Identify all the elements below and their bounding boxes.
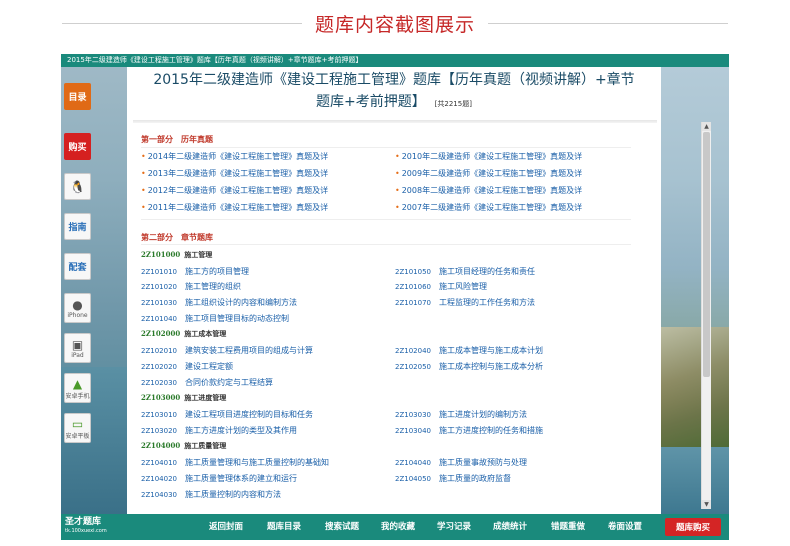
section-link[interactable]: 2Z101010 施工方的项目管理	[141, 266, 249, 277]
section-link[interactable]: 2Z101060 施工风险管理	[395, 281, 487, 292]
section-link[interactable]: 2Z102050 施工成本控制与施工成本分析	[395, 361, 543, 372]
exam-link[interactable]: • 2011年二级建造师《建设工程施工管理》真题及详	[141, 202, 328, 213]
guide-button[interactable]: 指南	[64, 213, 91, 240]
buy-button[interactable]: 购买	[64, 133, 91, 160]
section-link[interactable]: 2Z101020 施工管理的组织	[141, 281, 241, 292]
section-link[interactable]: 2Z104010 施工质量管理和与施工质量控制的基础知	[141, 457, 329, 468]
part2-rule	[141, 244, 631, 245]
vertical-scrollbar[interactable]: ▲ ▼	[701, 122, 711, 509]
background-right	[661, 67, 729, 514]
scrollbar-thumb[interactable]	[703, 132, 710, 377]
ipad-button[interactable]: ▣ iPad	[64, 333, 91, 363]
part1-title: 第一部分 历年真题	[141, 134, 213, 144]
catalog-nav-button[interactable]: 题库目录	[267, 520, 301, 532]
android-icon: ▲	[72, 376, 83, 391]
exam-link[interactable]: • 2008年二级建造师《建设工程施工管理》真题及详	[395, 185, 582, 196]
back-to-cover-button[interactable]: 返回封面	[209, 520, 243, 532]
book-title: 2015年二级建造师《建设工程施工管理》题库【历年真题（视频讲解）+章节 题库+…	[135, 69, 653, 115]
sidebar: 目录 购买 🐧 指南 配套 ● iPhone ▣ iPad ▲ 安卓手机 ▭ 安卓平板	[61, 67, 95, 514]
question-count: [共2215题]	[434, 100, 472, 108]
iphone-label: iPhone	[67, 311, 88, 319]
book-title-line2: 题库+考前押题】	[316, 94, 426, 110]
book-title-line1: 2015年二级建造师《建设工程施工管理》题库【历年真题（视频讲解）+章节	[153, 72, 635, 88]
section-link[interactable]: 2Z103020 施工方进度计划的类型及其作用	[141, 425, 297, 436]
section-link[interactable]: 2Z103030 施工进度计划的编制方法	[395, 409, 527, 420]
bottom-toolbar: 圣才题库 tk.100xuexi.com 返回封面 题库目录 搜索试题 我的收藏…	[61, 514, 729, 540]
section-link[interactable]: 2Z103040 施工方进度控制的任务和措施	[395, 425, 543, 436]
android-phone-label: 安卓手机	[65, 392, 90, 400]
logo: 圣才题库 tk.100xuexi.com	[65, 517, 107, 535]
section-link[interactable]: 2Z102040 施工成本管理与施工成本计划	[395, 345, 543, 356]
tablet-icon: ▭	[71, 416, 84, 431]
ipad-icon: ▣	[71, 337, 84, 352]
chapter-heading: 2Z102000 施工成本管理	[141, 329, 227, 338]
section-link[interactable]: 2Z101040 施工项目管理目标的动态控制	[141, 313, 289, 324]
section-heading: 题库内容截图展示	[0, 0, 790, 48]
section-link[interactable]: 2Z104040 施工质量事故预防与处理	[395, 457, 527, 468]
exam-link[interactable]: • 2009年二级建造师《建设工程施工管理》真题及详	[395, 168, 582, 179]
section-link[interactable]: 2Z104050 施工质量的政府监督	[395, 473, 511, 484]
android-phone-button[interactable]: ▲ 安卓手机	[64, 373, 91, 403]
section-link[interactable]: 2Z101030 施工组织设计的内容和编制方法	[141, 297, 297, 308]
catalog-list[interactable]: 第一部分 历年真题 • 2014年二级建造师《建设工程施工管理》真题及详 • 201…	[133, 123, 647, 511]
page-settings-button[interactable]: 卷面设置	[608, 520, 642, 532]
purchase-button[interactable]: 题库购买	[665, 518, 721, 536]
section-link[interactable]: 2Z104030 施工质量控制的内容和方法	[141, 489, 281, 500]
android-tablet-label: 安卓平板	[65, 432, 90, 440]
section-link[interactable]: 2Z102020 建设工程定额	[141, 361, 233, 372]
iphone-button[interactable]: ● iPhone	[64, 293, 91, 323]
scroll-up-arrow-icon[interactable]: ▲	[702, 122, 711, 131]
catalog-button[interactable]: 目录	[64, 83, 91, 110]
android-tablet-button[interactable]: ▭ 安卓平板	[64, 413, 91, 443]
chapter-heading: 2Z101000 施工管理	[141, 250, 213, 259]
exam-link[interactable]: • 2012年二级建造师《建设工程施工管理》真题及详	[141, 185, 328, 196]
apple-icon: ●	[72, 297, 83, 312]
config-button[interactable]: 配套	[64, 253, 91, 280]
part2-title: 第二部分 章节题库	[141, 232, 213, 242]
heading-rule-right	[488, 23, 728, 24]
section-link[interactable]: 2Z104020 施工质量管理体系的建立和运行	[141, 473, 297, 484]
content-panel: 2015年二级建造师《建设工程施工管理》题库【历年真题（视频讲解）+章节 题库+…	[127, 67, 711, 514]
exam-link[interactable]: • 2013年二级建造师《建设工程施工管理》真题及详	[141, 168, 328, 179]
score-stats-button[interactable]: 成绩统计	[493, 520, 527, 532]
exam-link[interactable]: • 2007年二级建造师《建设工程施工管理》真题及详	[395, 202, 582, 213]
section-link[interactable]: 2Z102010 建筑安装工程费用项目的组成与计算	[141, 345, 313, 356]
favorites-button[interactable]: 我的收藏	[381, 520, 415, 532]
search-questions-button[interactable]: 搜索试题	[325, 520, 359, 532]
scroll-down-arrow-icon[interactable]: ▼	[702, 500, 711, 509]
ipad-label: iPad	[71, 351, 84, 359]
part1-rule	[141, 147, 631, 148]
chapter-heading: 2Z104000 施工质量管理	[141, 441, 227, 450]
app-window: 2015年二级建造师《建设工程施工管理》题库【历年真题（视频讲解）+章节题库+考…	[61, 54, 729, 540]
section-link[interactable]: 2Z101070 工程监理的工作任务和方法	[395, 297, 535, 308]
section-link[interactable]: 2Z101050 施工项目经理的任务和责任	[395, 266, 535, 277]
logo-url: tk.100xuexi.com	[65, 528, 107, 534]
exam-link[interactable]: • 2010年二级建造师《建设工程施工管理》真题及详	[395, 151, 582, 162]
redo-wrong-button[interactable]: 错题重做	[551, 520, 585, 532]
section-link[interactable]: 2Z103010 建设工程项目进度控制的目标和任务	[141, 409, 313, 420]
window-title: 2015年二级建造师《建设工程施工管理》题库【历年真题（视频讲解）+章节题库+考…	[61, 54, 729, 67]
qq-icon: 🐧	[70, 179, 85, 194]
logo-text: 圣才题库	[65, 517, 102, 527]
chapter-heading: 2Z103000 施工进度管理	[141, 393, 227, 402]
exam-link[interactable]: • 2014年二级建造师《建设工程施工管理》真题及详	[141, 151, 328, 162]
study-record-button[interactable]: 学习记录	[437, 520, 471, 532]
section-link[interactable]: 2Z102030 合同价款约定与工程结算	[141, 377, 273, 388]
part-divider	[141, 219, 631, 220]
qq-button[interactable]: 🐧	[64, 173, 91, 200]
